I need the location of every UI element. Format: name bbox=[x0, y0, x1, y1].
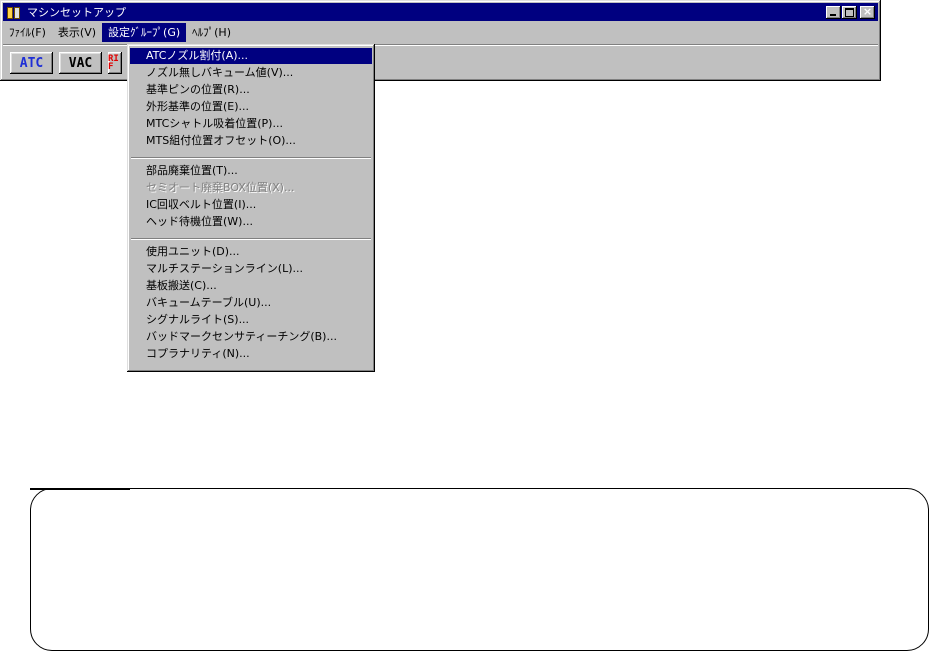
menu-item-board-transfer[interactable]: 基板搬送(C)... bbox=[130, 278, 372, 294]
menu-item-signal-light[interactable]: シグナルライト(S)... bbox=[130, 312, 372, 328]
menu-help[interactable]: ﾍﾙﾌﾟ(H) bbox=[186, 23, 237, 42]
close-icon: × bbox=[862, 4, 873, 18]
menu-item-mts-mount-offset[interactable]: MTS組付位置オフセット(O)... bbox=[130, 133, 372, 149]
menu-item-multistation-line[interactable]: マルチステーションライン(L)... bbox=[130, 261, 372, 277]
menu-item-mtc-shuttle-pickup[interactable]: MTCシャトル吸着位置(P)... bbox=[130, 116, 372, 132]
third-toolbar-button[interactable]: RI F bbox=[108, 52, 122, 74]
toolbar: ATC VAC RI F bbox=[10, 52, 122, 76]
close-button[interactable]: × bbox=[860, 4, 875, 19]
maximize-button[interactable] bbox=[842, 5, 857, 19]
menu-bar: ﾌｧｲﾙ(F) 表示(V) 設定ｸﾞﾙｰﾌﾟ(G) ﾍﾙﾌﾟ(H) bbox=[3, 23, 878, 42]
window-title: マシンセットアップ bbox=[27, 6, 126, 19]
menu-item-badmark-sensor-teaching[interactable]: バッドマークセンサティーチング(B)... bbox=[130, 329, 372, 345]
menu-view[interactable]: 表示(V) bbox=[52, 23, 102, 42]
menu-item-outline-reference-position[interactable]: 外形基準の位置(E)... bbox=[130, 99, 372, 115]
note-frame-tab bbox=[30, 488, 130, 490]
menu-item-head-standby-position[interactable]: ヘッド待機位置(W)... bbox=[130, 214, 372, 230]
title-bar[interactable]: マシンセットアップ × bbox=[3, 3, 878, 21]
menu-item-nozzleless-vacuum[interactable]: ノズル無しバキューム値(V)... bbox=[130, 65, 372, 81]
minimize-icon bbox=[830, 13, 836, 16]
menu-item-vacuum-table[interactable]: バキュームテーブル(U)... bbox=[130, 295, 372, 311]
menu-item-reference-pin-position[interactable]: 基準ピンの位置(R)... bbox=[130, 82, 372, 98]
menu-item-semiauto-disposal-box: セミオート廃棄BOX位置(X)... bbox=[146, 181, 295, 194]
machine-setup-icon[interactable] bbox=[6, 5, 22, 19]
menu-item-coplanarity[interactable]: コプラナリティ(N)... bbox=[130, 346, 372, 362]
maximize-icon bbox=[845, 7, 854, 17]
menu-item-units-in-use[interactable]: 使用ユニット(D)... bbox=[130, 244, 372, 260]
settings-group-dropdown: ATCノズル割付(A)... ノズル無しバキューム値(V)... 基準ピンの位置… bbox=[127, 44, 375, 372]
menu-item-atc-nozzle-assign[interactable]: ATCノズル割付(A)... bbox=[130, 48, 372, 64]
minimize-button[interactable] bbox=[826, 5, 841, 19]
menu-separator bbox=[131, 238, 371, 240]
atc-button[interactable]: ATC bbox=[10, 52, 53, 74]
menu-settings-group[interactable]: 設定ｸﾞﾙｰﾌﾟ(G) bbox=[102, 23, 187, 42]
menu-item-ic-collection-belt[interactable]: IC回収ベルト位置(I)... bbox=[130, 197, 372, 213]
menu-separator bbox=[131, 157, 371, 159]
note-frame bbox=[30, 488, 929, 651]
menu-item-parts-disposal-position[interactable]: 部品廃棄位置(T)... bbox=[130, 163, 372, 179]
vac-button[interactable]: VAC bbox=[59, 52, 102, 74]
menu-file[interactable]: ﾌｧｲﾙ(F) bbox=[3, 23, 52, 42]
